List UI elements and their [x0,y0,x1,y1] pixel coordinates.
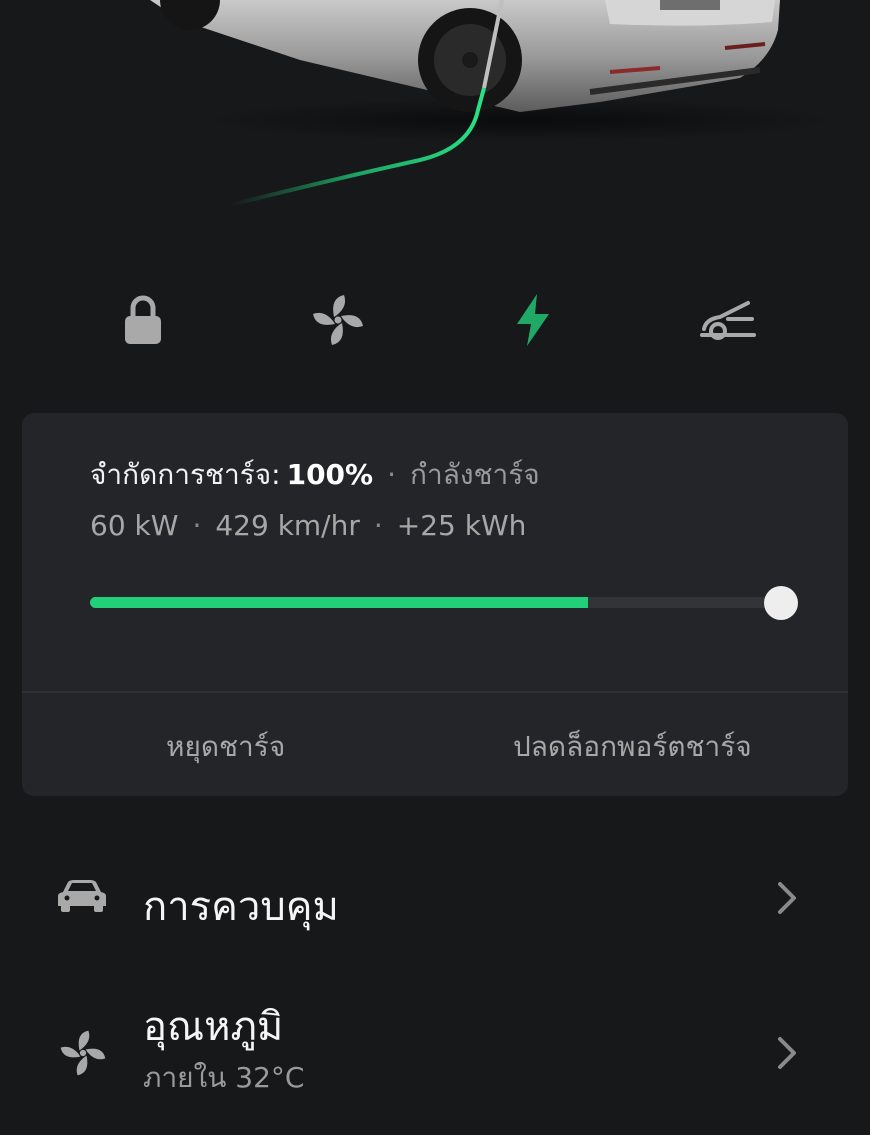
charging-status: กำลังชาร์จ [410,458,540,491]
quick-controls-bar [0,285,870,355]
frunk-button[interactable] [693,285,763,355]
stop-charging-button[interactable]: หยุดชาร์จ [166,725,285,769]
menu-item-title: อุณหภูมิ [143,1004,284,1050]
charging-power: 60 kW [90,509,179,542]
charge-limit-label: จำกัดการชาร์จ: [90,458,281,491]
card-divider [22,691,848,693]
charge-limit-line: จำกัดการชาร์จ: 100% · กำลังชาร์จ [90,453,540,497]
chevron-right-icon [778,882,796,914]
charge-limit-slider-thumb[interactable] [764,586,798,620]
climate-button[interactable] [303,285,373,355]
lightning-bolt-icon [517,294,549,346]
charge-limit-slider-track[interactable] [90,597,782,608]
fan-icon [313,295,363,345]
fan-icon [60,1030,106,1076]
charging-card: จำกัดการชาร์จ: 100% · กำลังชาร์จ 60 kW · 429 … [22,413,848,796]
menu-item-climate[interactable]: อุณหภูมิ ภายใน 32°C [0,990,870,1100]
charge-limit-value: 100% [286,458,374,491]
car-image [150,0,840,207]
menu-item-controls[interactable]: การควบคุม [0,860,870,940]
charging-stats: 60 kW · 429 km/hr · +25 kWh [90,509,526,542]
charge-level-fill [90,597,589,608]
chevron-right-icon [778,1037,796,1069]
separator-dot: · [373,509,383,542]
separator-dot: · [387,458,397,491]
charging-rate: 429 km/hr [215,509,360,542]
energy-added: +25 kWh [396,509,527,542]
lock-icon [125,295,161,344]
charge-button[interactable] [498,285,568,355]
unlock-charge-port-button[interactable]: ปลดล็อกพอร์ตชาร์จ [513,725,752,769]
car-frunk-icon [700,301,756,340]
car-icon [58,880,106,912]
menu-item-subtitle: ภายใน 32°C [143,1061,305,1094]
menu-item-title: การควบคุม [143,884,339,930]
separator-dot: · [192,509,202,542]
lock-button[interactable] [108,285,178,355]
